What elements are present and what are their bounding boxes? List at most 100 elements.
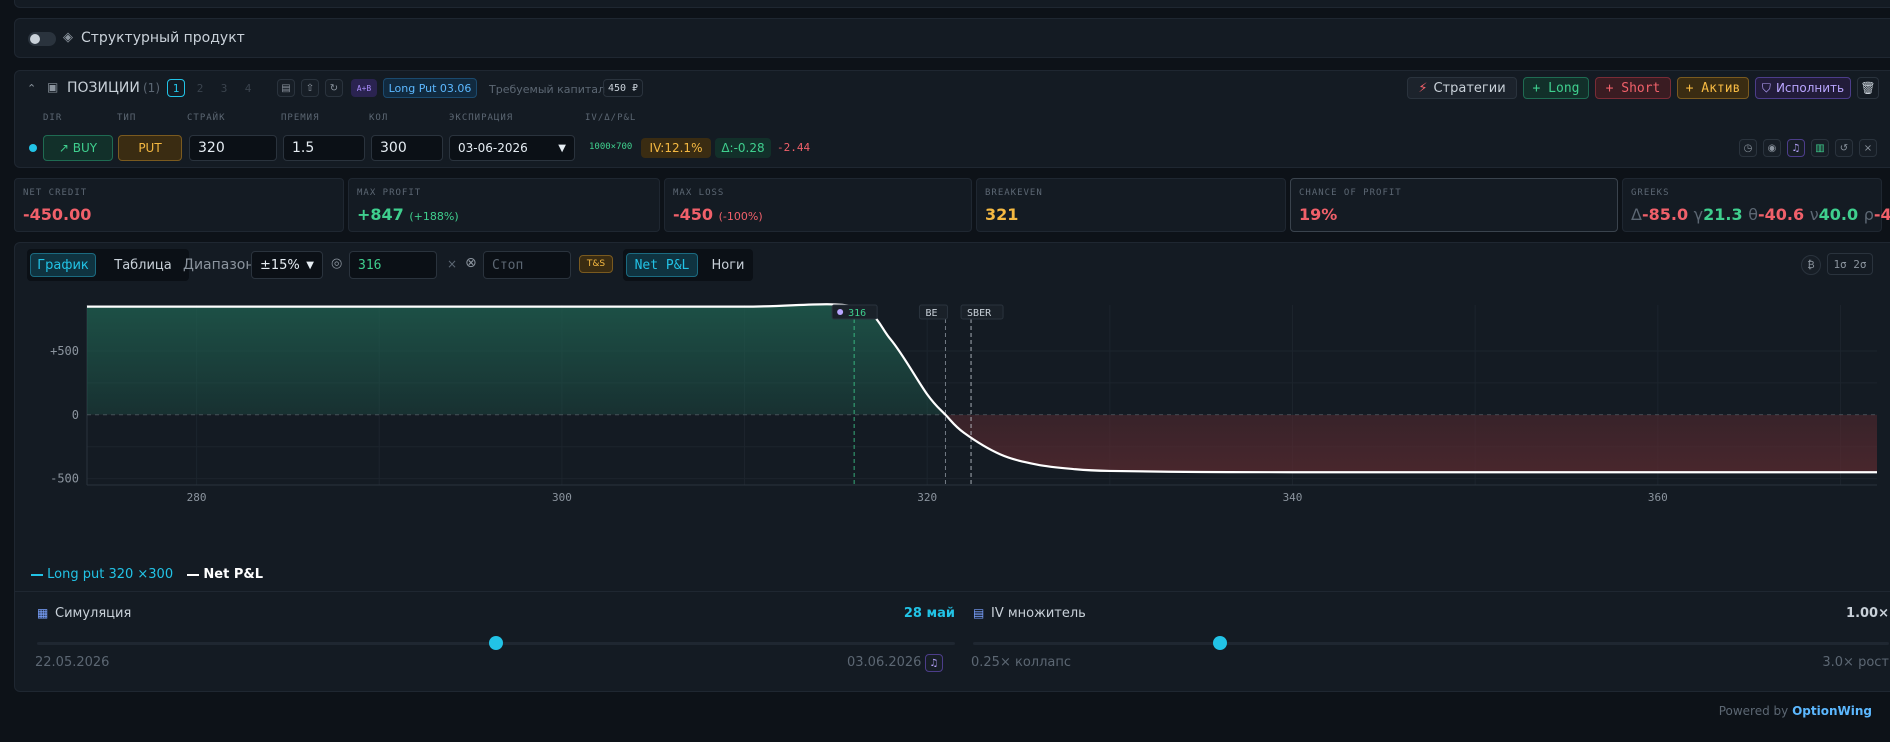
shield-icon: ⛉	[1761, 80, 1771, 95]
header-expiry: ЭКСПИРАЦИЯ	[449, 113, 514, 123]
execute-button[interactable]: ⛉ Исполнить	[1755, 77, 1851, 99]
legend-net-swatch	[187, 573, 200, 576]
sim-bell-icon[interactable]: ♫	[925, 654, 943, 672]
marker-label-be: BE	[925, 308, 937, 319]
marker-label-sber: SBER	[967, 308, 992, 319]
add-short-button[interactable]: + Short	[1595, 77, 1671, 99]
share-icon[interactable]: ⇧	[301, 79, 319, 97]
positions-title: ПОЗИЦИИ	[67, 80, 140, 96]
net-credit-value: -450.00	[23, 205, 92, 224]
top-bar	[14, 0, 1890, 8]
view-tabs: График Таблица	[27, 249, 189, 281]
x-tick-label: 360	[1648, 491, 1668, 504]
page-2-button[interactable]: 2	[191, 79, 209, 97]
iv-value: 1.00×	[1846, 606, 1889, 621]
execute-label: Исполнить	[1775, 81, 1845, 95]
breakeven-value: 321	[985, 205, 1019, 224]
legend-leg-label[interactable]: Long put 320 ×300	[47, 567, 173, 582]
refresh-icon[interactable]: ↻	[325, 79, 343, 97]
target-marker-icon	[837, 309, 844, 315]
sim-end: 03.06.2026	[847, 655, 922, 670]
net-credit-label: NET CREDIT	[23, 188, 88, 198]
type-put-button[interactable]: PUT	[118, 135, 182, 161]
dir-buy-button[interactable]: ↗ BUY	[43, 135, 113, 161]
x-tick-label: 280	[187, 491, 207, 504]
sigma-button[interactable]: 1σ 2σ	[1827, 253, 1873, 275]
greek-vega-symbol: ν	[1809, 205, 1819, 224]
legend-net-label[interactable]: Net P&L	[203, 567, 263, 582]
sim-slider-thumb[interactable]	[489, 636, 503, 650]
iv-max: 3.0× рост	[1822, 655, 1889, 670]
chevron-down-icon: ▼	[306, 259, 314, 271]
trash-icon[interactable]: 🗑	[1857, 77, 1879, 99]
legend-divider	[15, 591, 1890, 592]
max-profit-pct: (+188%)	[409, 210, 459, 223]
clock-icon[interactable]: ◷	[1739, 139, 1757, 157]
mode-tabs: Net P&L Ноги	[623, 249, 753, 281]
qty-input[interactable]: 300	[371, 135, 443, 161]
strategies-label: Стратегии	[1433, 80, 1506, 96]
capital-label: Требуемый капитал	[489, 83, 606, 96]
strategies-button[interactable]: ⚡ Стратегии	[1407, 77, 1517, 99]
close-icon[interactable]: ×	[1859, 139, 1877, 157]
stop-placeholder: Стоп	[492, 257, 524, 273]
greek-delta: -85.0	[1641, 205, 1689, 224]
y-tick-label: 0	[72, 408, 79, 422]
range-label: Диапазон	[183, 257, 255, 273]
stat-greeks: GREEKS Δ-85.0 γ21.3 θ-40.6 ν40.0 ρ-4.13	[1622, 178, 1890, 232]
capital-value: 450 ₽	[603, 79, 643, 97]
iv-badge: IV:12.1%	[641, 138, 711, 158]
save-icon[interactable]: ▤	[277, 79, 295, 97]
premium-input[interactable]: 1.5	[283, 135, 365, 161]
briefcase-icon: ▣	[47, 80, 59, 94]
stop-input[interactable]: Стоп	[483, 251, 571, 279]
range-value: ±15%	[260, 257, 300, 273]
iv-min: 0.25× коллапс	[971, 655, 1072, 670]
structured-label: Структурный продукт	[81, 30, 245, 46]
tab-legs[interactable]: Ноги	[705, 253, 751, 277]
x-tick-label: 320	[917, 491, 937, 504]
header-dir: DIR	[43, 113, 63, 123]
chart-legend: Long put 320 ×300 Net P&L	[31, 567, 263, 582]
structured-product-row: ◈ Структурный продукт	[14, 18, 1890, 58]
leg-pnl: -2.44	[777, 141, 811, 154]
bell-icon[interactable]: ♫	[1787, 139, 1805, 157]
greek-rho: -4.13	[1873, 205, 1890, 224]
stat-breakeven: BREAKEVEN 321	[976, 178, 1286, 232]
bars-icon[interactable]: ▥	[1811, 139, 1829, 157]
layers-icon: ◈	[63, 30, 73, 45]
target-input[interactable]: 316	[349, 251, 437, 279]
page-4-button[interactable]: 4	[239, 79, 257, 97]
eye-icon[interactable]: ◉	[1763, 139, 1781, 157]
header-type: ТИП	[117, 113, 137, 123]
tab-table[interactable]: Таблица	[103, 253, 183, 277]
add-long-button[interactable]: + Long	[1523, 77, 1589, 99]
pl-mode-badge[interactable]: A+B	[351, 79, 377, 97]
expiry-select[interactable]: 03-06-2026 ▼	[449, 135, 575, 161]
iv-slider-thumb[interactable]	[1213, 636, 1228, 650]
greek-delta-symbol: Δ	[1631, 205, 1642, 224]
sim-slider-track[interactable]	[37, 636, 955, 650]
greek-rho-symbol: ρ	[1863, 205, 1874, 224]
greeks-label: GREEKS	[1631, 188, 1670, 198]
range-select[interactable]: ±15% ▼	[251, 251, 323, 279]
page-1-button[interactable]: 1	[167, 79, 185, 97]
iv-slider-track[interactable]	[973, 636, 1889, 650]
tab-net-pl[interactable]: Net P&L	[626, 253, 698, 277]
stat-net-credit: NET CREDIT -450.00	[14, 178, 344, 232]
reset-icon[interactable]: ↺	[1835, 139, 1853, 157]
add-asset-button[interactable]: + Актив	[1677, 77, 1749, 99]
footer: Powered by OptionWing	[1700, 704, 1872, 718]
collapse-chevron-icon[interactable]: ⌃	[27, 82, 36, 95]
ts-button[interactable]: T&S	[579, 255, 613, 273]
page-3-button[interactable]: 3	[215, 79, 233, 97]
tab-chart[interactable]: График	[30, 253, 96, 277]
clear-target-icon[interactable]: ×	[447, 257, 457, 271]
expiry-value: 03-06-2026	[458, 141, 528, 155]
footer-brand[interactable]: OptionWing	[1792, 704, 1872, 718]
bitcoin-icon[interactable]: ₿	[1801, 255, 1821, 275]
strike-input[interactable]: 320	[189, 135, 277, 161]
structured-toggle[interactable]	[28, 32, 56, 46]
delta-badge: Δ:-0.28	[715, 138, 771, 158]
max-loss-label: MAX LOSS	[673, 188, 725, 198]
